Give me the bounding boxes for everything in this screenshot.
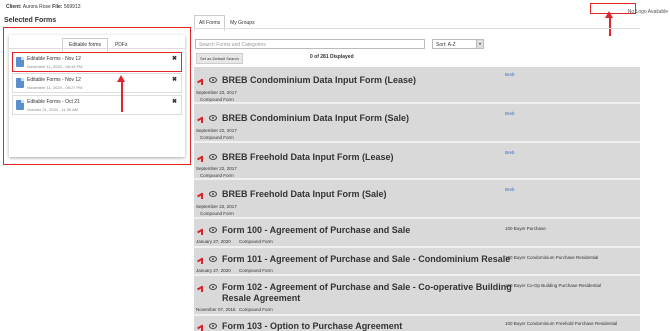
form-date: September 22, 2017 <box>196 166 237 171</box>
form-date: January 27, 2020 <box>196 239 231 244</box>
client-name: Aurora Rose <box>22 4 51 10</box>
file-number: 569913 <box>63 4 81 10</box>
form-category: Compound Form <box>239 268 273 273</box>
annotation-box <box>590 3 636 14</box>
tab-editable-forms[interactable]: Editable forms <box>62 38 108 52</box>
form-title[interactable]: BREB Freehold Data Input Form (Sale) <box>222 189 502 200</box>
form-tags: 100 Buyer Co-Op Building Purchase Reside… <box>505 283 602 288</box>
form-title[interactable]: Form 101 - Agreement of Purchase and Sal… <box>222 254 522 265</box>
form-tags: 100 Buyer Condominium Freehold Purchase … <box>505 321 618 326</box>
form-row[interactable]: Form 103 - Option to Purchase Agreement … <box>194 318 640 331</box>
divider <box>9 48 185 49</box>
form-row[interactable]: Form 100 - Agreement of Purchase and Sal… <box>194 221 640 248</box>
document-icon <box>16 78 24 88</box>
document-icon <box>16 100 24 110</box>
pdf-icon[interactable] <box>197 154 206 162</box>
pdf-icon[interactable] <box>197 323 206 331</box>
form-tags: Breb <box>505 72 515 77</box>
sort-select[interactable]: Sort: A-Z ▾ <box>432 39 484 49</box>
chevron-down-icon: ▾ <box>476 40 483 48</box>
form-date: January 27, 2020 <box>196 268 231 273</box>
eye-icon[interactable] <box>209 115 217 121</box>
form-tags: 100 Buyer Condominium Purchase Residenti… <box>505 255 599 260</box>
saved-form-item[interactable]: Editable Forms - Nov 12 November 11, 202… <box>12 73 182 93</box>
form-tags: Breb <box>505 187 515 192</box>
selected-forms-tabs: Editable forms PDFs <box>62 38 134 52</box>
form-date: November 07, 2016 <box>196 307 236 312</box>
form-category: Compound Form <box>200 97 234 102</box>
close-icon[interactable]: ✖ <box>172 98 177 105</box>
form-row[interactable]: BREB Freehold Data Input Form (Lease) Se… <box>194 145 640 180</box>
form-date: September 22, 2017 <box>196 90 237 95</box>
eye-icon[interactable] <box>209 154 217 160</box>
eye-icon[interactable] <box>209 284 217 290</box>
search-input[interactable]: Search Forms and Categories <box>195 39 425 49</box>
form-title[interactable]: BREB Condominium Data Input Form (Lease) <box>222 75 502 86</box>
close-icon[interactable]: ✖ <box>172 55 177 62</box>
document-icon <box>16 57 24 67</box>
form-category: Compound Form <box>200 173 234 178</box>
form-row[interactable]: BREB Condominium Data Input Form (Sale) … <box>194 106 640 143</box>
form-category: Compound Form <box>200 211 234 216</box>
eye-icon[interactable] <box>209 256 217 262</box>
close-icon[interactable]: ✖ <box>172 76 177 83</box>
eye-icon[interactable] <box>209 77 217 83</box>
eye-icon[interactable] <box>209 191 217 197</box>
saved-form-item[interactable]: Editable Forms - Nov 12 November 11, 202… <box>12 52 182 72</box>
form-tags: 100 Buyer Purchase <box>505 226 546 231</box>
form-title[interactable]: Form 103 - Option to Purchase Agreement <box>222 321 502 331</box>
form-title[interactable]: BREB Condominium Data Input Form (Sale) <box>222 113 502 124</box>
client-info: Client: Aurora Rose File: 569913 <box>6 4 81 10</box>
form-title[interactable]: Form 100 - Agreement of Purchase and Sal… <box>222 225 502 236</box>
form-tags: Breb <box>505 111 515 116</box>
form-title[interactable]: BREB Freehold Data Input Form (Lease) <box>222 152 502 163</box>
form-category: Compound Form <box>239 239 273 244</box>
set-default-search-button[interactable]: Set as Default Search <box>196 53 243 64</box>
pdf-icon[interactable] <box>197 191 206 199</box>
annotation-arrow <box>118 75 124 112</box>
form-category: Compound Form <box>200 135 234 140</box>
pdf-icon[interactable] <box>197 77 206 85</box>
eye-icon[interactable] <box>209 227 217 233</box>
pdf-icon[interactable] <box>197 284 206 292</box>
form-row[interactable]: BREB Condominium Data Input Form (Lease)… <box>194 67 640 104</box>
results-count: 0 of 281 Displayed <box>310 54 354 60</box>
saved-form-item[interactable]: Editable Forms - Oct 21 October 21, 2020… <box>12 95 182 115</box>
form-date: September 22, 2017 <box>196 128 237 133</box>
selected-forms-title: Selected Forms <box>4 17 57 24</box>
form-date: September 22, 2017 <box>196 204 237 209</box>
form-tags: Breb <box>505 150 515 155</box>
form-row[interactable]: Form 102 - Agreement of Purchase and Sal… <box>194 278 640 316</box>
form-row[interactable]: BREB Freehold Data Input Form (Sale) Sep… <box>194 182 640 219</box>
form-title[interactable]: Form 102 - Agreement of Purchase and Sal… <box>222 282 512 304</box>
pdf-icon[interactable] <box>197 256 206 264</box>
pdf-icon[interactable] <box>197 115 206 123</box>
divider <box>194 28 640 29</box>
tab-pdfs[interactable]: PDFs <box>108 38 135 52</box>
annotation-arrow <box>606 11 612 36</box>
eye-icon[interactable] <box>209 323 217 329</box>
pdf-icon[interactable] <box>197 227 206 235</box>
form-row[interactable]: Form 101 - Agreement of Purchase and Sal… <box>194 250 640 276</box>
form-category: Compound Form <box>239 307 273 312</box>
form-list: BREB Condominium Data Input Form (Lease)… <box>194 67 640 331</box>
